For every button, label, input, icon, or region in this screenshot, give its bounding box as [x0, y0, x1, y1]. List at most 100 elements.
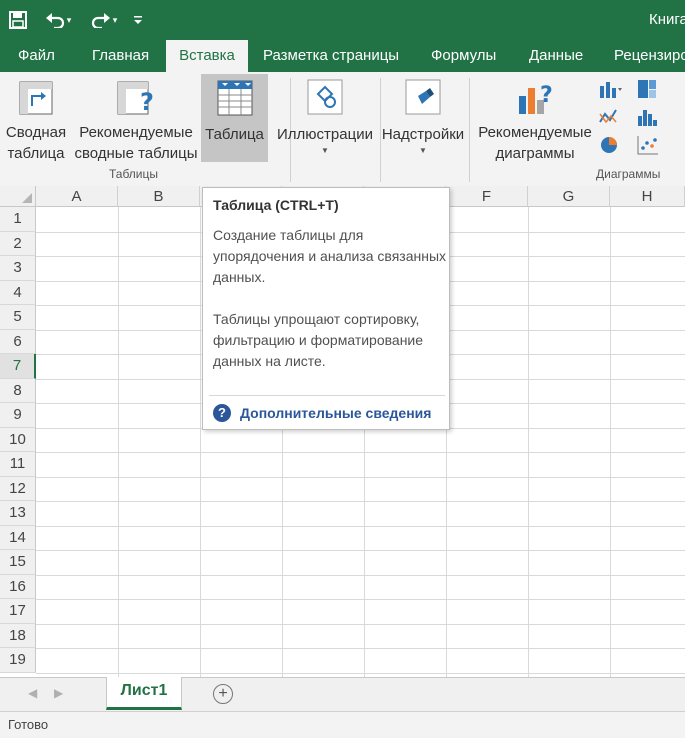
ribbon-separator: [469, 78, 470, 182]
addins-icon: [404, 78, 442, 116]
scatter-chart-icon[interactable]: [636, 134, 662, 161]
grid-row-line: [36, 452, 685, 453]
hierarchy-chart-icon[interactable]: [636, 78, 662, 105]
tooltip-divider: [209, 395, 445, 396]
row-header[interactable]: 6: [0, 329, 36, 354]
column-header[interactable]: A: [36, 186, 118, 207]
row-header[interactable]: 18: [0, 623, 36, 648]
pivot-table-icon: [18, 80, 54, 116]
row-header[interactable]: 16: [0, 574, 36, 599]
undo-caret-icon[interactable]: ▾: [67, 15, 72, 26]
ribbon-insert: Сводная таблица ? Рекомендуемые сводные …: [0, 72, 685, 187]
row-header[interactable]: 3: [0, 256, 36, 281]
statistic-chart-icon[interactable]: [636, 106, 662, 133]
illustrations-icon: [306, 78, 344, 116]
grid-row-line: [36, 599, 685, 600]
illustrations-button[interactable]: Иллюстрации ▼: [273, 76, 377, 164]
table-label: Таблица: [205, 126, 264, 143]
row-header[interactable]: 8: [0, 378, 36, 403]
grid-row-line: [36, 672, 685, 674]
grid-row-line: [36, 525, 685, 527]
row-header[interactable]: 14: [0, 525, 36, 550]
pivot-table-button[interactable]: Сводная таблица: [2, 76, 70, 164]
column-header[interactable]: G: [528, 186, 610, 207]
window-title: Книга: [649, 11, 685, 28]
addins-label: Надстройки: [381, 126, 465, 143]
row-header[interactable]: 12: [0, 476, 36, 501]
row-header[interactable]: 10: [0, 427, 36, 452]
tab-page-layout[interactable]: Разметка страницы: [263, 40, 399, 72]
tables-group-label: Таблицы: [109, 167, 159, 181]
grid-row-line: [36, 648, 685, 649]
table-tooltip: Таблица (CTRL+T) Создание таблицы для уп…: [202, 187, 450, 430]
recommended-charts-label1: Рекомендуемые: [478, 124, 592, 141]
grid-column-line: [528, 207, 529, 677]
grid-row-line: [36, 574, 685, 576]
next-sheet-icon[interactable]: ▶: [54, 686, 63, 700]
redo-icon[interactable]: ▾: [86, 0, 122, 40]
svg-text:?: ?: [540, 83, 553, 108]
grid-row-line: [36, 476, 685, 478]
table-icon: [217, 80, 253, 116]
recommended-pivot-icon: ?: [116, 80, 156, 116]
tab-insert[interactable]: Вставка: [166, 40, 248, 72]
redo-caret-icon[interactable]: ▾: [113, 15, 118, 26]
row-header[interactable]: 4: [0, 280, 36, 305]
recommended-pivot-label2: сводные таблицы: [74, 145, 198, 162]
add-sheet-icon[interactable]: +: [213, 684, 233, 704]
status-text: Готово: [8, 717, 49, 732]
tab-review[interactable]: Рецензиро: [614, 40, 685, 72]
help-link-label: Дополнительные сведения: [240, 405, 432, 421]
row-header[interactable]: 19: [0, 648, 36, 673]
tab-formulas[interactable]: Формулы: [431, 40, 496, 72]
tab-file[interactable]: Файл: [18, 40, 55, 72]
column-header[interactable]: B: [118, 186, 200, 207]
sheet-tab[interactable]: Лист1: [106, 677, 182, 710]
tooltip-help-link[interactable]: ? Дополнительные сведения: [213, 404, 431, 422]
select-all-corner[interactable]: [0, 186, 36, 207]
addins-button[interactable]: Надстройки ▼: [379, 76, 467, 164]
row-header[interactable]: 9: [0, 403, 36, 428]
column-header[interactable]: H: [610, 186, 685, 207]
help-icon: ?: [213, 404, 231, 422]
tab-data[interactable]: Данные: [529, 40, 583, 72]
sheet-tab-bar: ◀ ▶ Лист1 +: [0, 677, 685, 712]
svg-text:?: ?: [140, 88, 154, 116]
grid-row-line: [36, 550, 685, 551]
grid-column-line: [610, 207, 611, 677]
addins-dropdown-icon: ▼: [419, 146, 427, 155]
row-header[interactable]: 11: [0, 452, 36, 477]
row-header[interactable]: 15: [0, 550, 36, 575]
pivot-table-label1: Сводная: [5, 124, 67, 141]
ribbon-tabs: Файл Главная Вставка Разметка страницы Ф…: [0, 40, 685, 72]
row-header[interactable]: 5: [0, 305, 36, 330]
row-header[interactable]: 1: [0, 207, 36, 232]
charts-group-label: Диаграммы: [596, 167, 661, 181]
pivot-table-label2: таблица: [7, 145, 65, 162]
tooltip-title: Таблица (CTRL+T): [213, 197, 339, 213]
status-bar: Готово: [0, 711, 685, 738]
tooltip-details: Таблицы упрощают сортировку, фильтрацию …: [213, 311, 424, 369]
column-header[interactable]: F: [446, 186, 528, 207]
customize-qa-icon[interactable]: [130, 0, 146, 40]
grid-column-line: [118, 207, 119, 677]
line-chart-icon[interactable]: [598, 106, 624, 133]
recommended-charts-button[interactable]: ? Рекомендуемые диаграммы: [474, 76, 596, 164]
prev-sheet-icon[interactable]: ◀: [28, 686, 37, 700]
column-chart-icon[interactable]: [598, 78, 624, 105]
recommended-pivot-label1: Рекомендуемые: [79, 124, 193, 141]
grid-column-line: [200, 207, 201, 677]
pie-chart-icon[interactable]: [598, 134, 624, 161]
tab-home[interactable]: Главная: [92, 40, 149, 72]
row-header[interactable]: 2: [0, 231, 36, 256]
tooltip-description: Создание таблицы для упорядочения и анал…: [213, 227, 447, 285]
row-header[interactable]: 17: [0, 599, 36, 624]
recommended-pivot-button[interactable]: ? Рекомендуемые сводные таблицы: [74, 76, 198, 164]
table-button[interactable]: Таблица: [201, 74, 268, 162]
save-icon[interactable]: [6, 0, 30, 40]
undo-icon[interactable]: ▾: [40, 0, 76, 40]
title-bar: ▾ ▾ Книга: [0, 0, 685, 40]
row-header[interactable]: 13: [0, 501, 36, 526]
illustrations-label: Иллюстрации: [277, 126, 373, 143]
row-header[interactable]: 7: [0, 354, 36, 379]
